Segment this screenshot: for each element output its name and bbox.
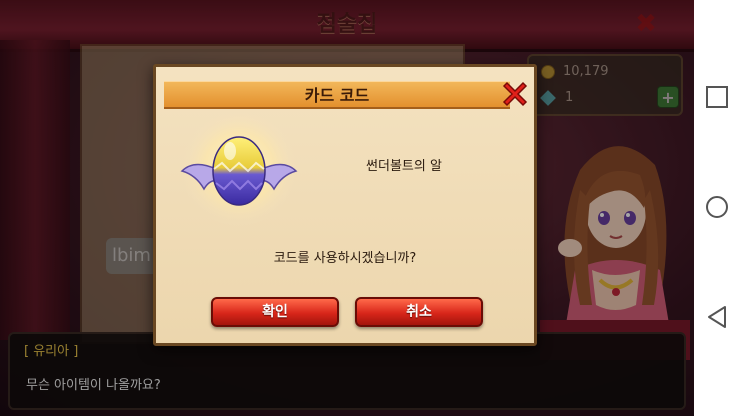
game-area: 점술집 ✖ lbim 10,179 1 + [유리아] 무슨 아이템이 나올… xyxy=(0,0,694,416)
android-nav-bar xyxy=(694,0,740,416)
confirm-question: 코드를 사용하시겠습니까? xyxy=(273,251,417,266)
home-icon[interactable] xyxy=(702,192,732,222)
card-code-dialog: 카드 코드 썬더볼트의 알 코드를 사용하시겠습니까? 확인 취소 xyxy=(153,64,537,346)
dialog-header: 카드 코드 xyxy=(164,81,510,109)
confirm-button[interactable]: 확인 xyxy=(211,297,339,327)
dialog-title: 카드 코드 xyxy=(304,86,370,105)
cancel-button[interactable]: 취소 xyxy=(355,297,483,327)
close-icon[interactable] xyxy=(498,77,532,111)
back-icon[interactable] xyxy=(702,302,732,332)
item-name: 썬더볼트의 알 xyxy=(366,159,442,174)
thunderbolt-egg-icon xyxy=(180,110,298,226)
recent-apps-icon[interactable] xyxy=(702,82,732,112)
